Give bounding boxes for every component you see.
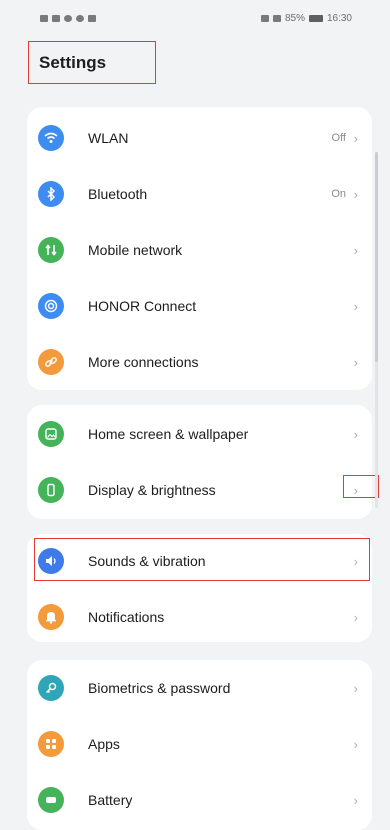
bluetooth-icon [38,181,64,207]
settings-item-battery[interactable]: Battery › [27,772,372,828]
chevron-right-icon: › [353,130,358,146]
battery-status-icon [308,14,323,22]
speaker-icon [38,548,64,574]
link-icon [38,349,64,375]
settings-item-sounds-vibration[interactable]: Sounds & vibration › [27,533,372,589]
settings-item-wlan[interactable]: WLAN Off › [27,110,372,166]
settings-item-notifications[interactable]: Notifications › [27,589,372,645]
settings-item-label: More connections [88,354,199,370]
chevron-right-icon: › [353,298,358,314]
title-highlight: Settings [28,41,156,84]
status-icons-left [40,14,96,22]
settings-item-label: HONOR Connect [88,298,197,314]
bell-icon [38,604,64,630]
battery-percent: 85% [284,12,305,24]
settings-item-label: Bluetooth [88,186,148,202]
security-group: Biometrics & password › Apps › Battery › [27,660,372,830]
settings-item-label: Battery [88,792,133,808]
settings-item-label: WLAN [88,130,129,146]
apps-grid-icon [38,731,64,757]
chevron-right-icon: › [353,426,358,442]
chevron-right-icon: › [353,553,358,569]
settings-item-label: Home screen & wallpaper [88,426,249,442]
nfc-icon [260,14,269,22]
notification-icon [40,14,48,22]
wifi-icon [38,125,64,151]
settings-item-label: Sounds & vibration [88,553,206,569]
chevron-right-icon: › [353,186,358,202]
mobile-network-icon [38,237,64,263]
display-group: Home screen & wallpaper › Display & brig… [27,405,372,519]
connectivity-group: WLAN Off › Bluetooth On › Mobile network… [27,107,372,390]
settings-item-mobile-network[interactable]: Mobile network › [27,222,372,278]
settings-item-label: Mobile network [88,242,183,258]
chevron-right-icon: › [353,609,358,625]
sound-group: Sounds & vibration › Notifications › [27,534,372,642]
bluetooth-status-icon [272,14,281,22]
settings-item-biometrics[interactable]: Biometrics & password › [27,660,372,716]
settings-item-apps[interactable]: Apps › [27,716,372,772]
settings-item-display-brightness[interactable]: Display & brightness › [27,462,372,518]
settings-item-home-screen[interactable]: Home screen & wallpaper › [27,406,372,462]
page-title: Settings [39,52,107,72]
chevron-right-icon: › [353,736,358,752]
image-icon [38,421,64,447]
scrollbar-thumb[interactable] [375,152,378,362]
chevron-right-icon: › [353,354,358,370]
settings-item-bluetooth[interactable]: Bluetooth On › [27,166,372,222]
settings-item-label: Notifications [88,609,165,625]
signal-icon [52,14,60,22]
honor-connect-icon [38,293,64,319]
chevron-right-icon: › [353,482,358,498]
chevron-right-icon: › [353,792,358,808]
clock: 16:30 [326,12,352,24]
settings-item-more-connections[interactable]: More connections › [27,334,372,390]
status-icons-right: 85% 16:30 [260,12,352,24]
battery-icon [38,787,64,813]
display-icon [38,477,64,503]
chevron-right-icon: › [353,242,358,258]
status-app-icon [88,14,96,22]
settings-item-label: Apps [88,736,120,752]
settings-item-label: Biometrics & password [88,680,231,696]
status-app-icon [64,14,72,22]
status-app-icon [76,14,84,22]
settings-item-value: Off [331,132,346,144]
settings-item-label: Display & brightness [88,482,216,498]
key-icon [38,675,64,701]
chevron-right-icon: › [353,680,358,696]
status-bar: 85% 16:30 [0,0,390,36]
settings-item-value: On [331,188,346,200]
settings-item-honor-connect[interactable]: HONOR Connect › [27,278,372,334]
